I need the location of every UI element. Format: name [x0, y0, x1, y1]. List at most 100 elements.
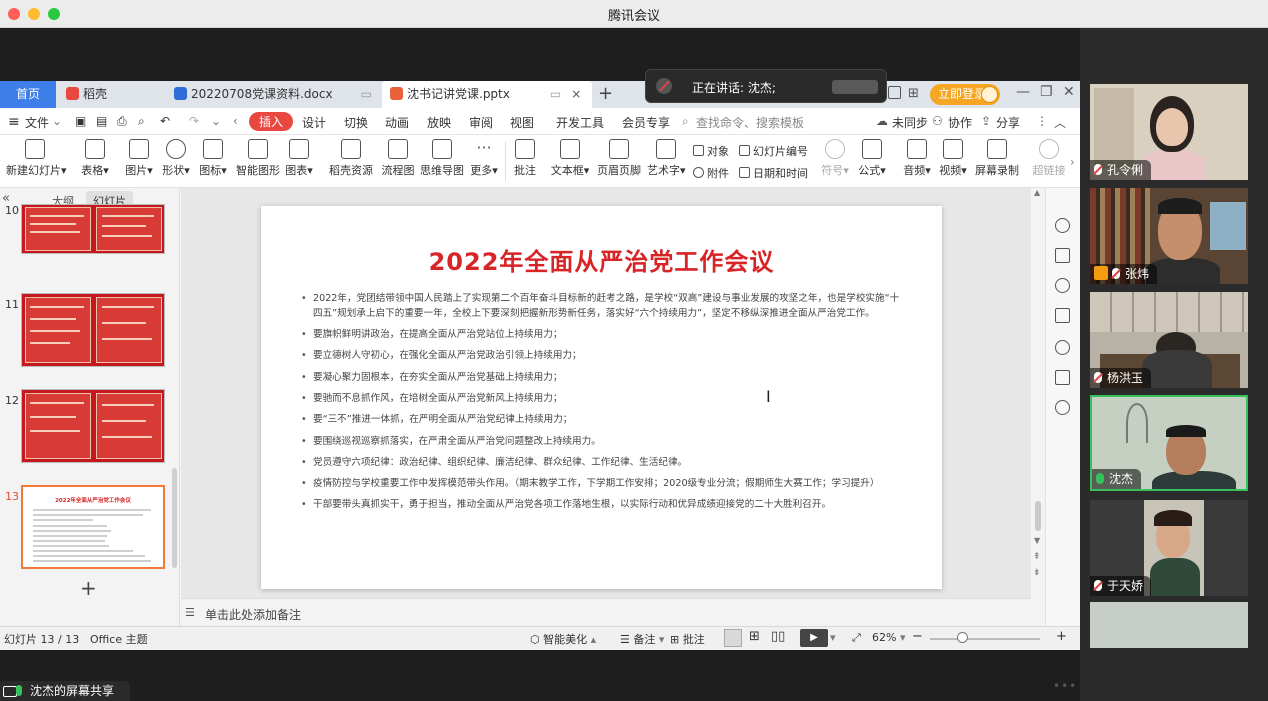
attachment-button[interactable]: 附件	[693, 165, 729, 181]
share-button[interactable]: 分享	[996, 114, 1020, 131]
textbox-button[interactable]: 文本框▾	[550, 139, 590, 185]
table-button[interactable]: 表格▾	[79, 139, 111, 185]
window-layout-icon[interactable]	[888, 86, 901, 99]
scroll-down-icon[interactable]: ▼	[1034, 536, 1040, 545]
comment-button[interactable]: 批注	[512, 139, 538, 185]
notes-area[interactable]: ☰ 单击此处添加备注	[181, 598, 1031, 626]
more-button[interactable]: ··· 更多▾	[469, 139, 499, 185]
comments-toggle[interactable]: ⊞ 批注	[670, 631, 705, 647]
help-icon[interactable]	[1055, 340, 1070, 355]
ribbon-scroll-right-icon[interactable]: ›	[1070, 155, 1075, 169]
collapse-ribbon-icon[interactable]: ︿	[1054, 114, 1066, 131]
location-icon[interactable]	[1055, 400, 1070, 415]
normal-view-icon[interactable]	[724, 629, 742, 647]
slide-title[interactable]: 2022年全面从严治党工作会议	[261, 242, 942, 277]
command-search-input[interactable]: 查找命令、搜索模板	[696, 114, 804, 131]
rocket-icon[interactable]	[1055, 218, 1070, 233]
more-options-icon[interactable]: •••	[1053, 679, 1077, 693]
menu-view[interactable]: 视图	[510, 114, 534, 131]
more-menu-icon[interactable]: ⋮	[1036, 114, 1048, 128]
menu-review[interactable]: 审阅	[469, 114, 493, 131]
symbol-button[interactable]: 符号▾	[820, 139, 850, 185]
redo-icon[interactable]: ↷	[189, 114, 199, 128]
participant-tile-partial[interactable]	[1090, 602, 1248, 648]
menu-insert[interactable]: 插入	[249, 112, 294, 131]
zoom-level[interactable]: 62% ▾	[872, 631, 905, 644]
image-tools-icon[interactable]	[1055, 370, 1070, 385]
zoom-slider[interactable]	[930, 638, 1040, 640]
tab-pptx[interactable]: 沈书记讲党课.pptx ▭ ×	[382, 81, 592, 108]
participant-tile[interactable]: 于天娇	[1090, 500, 1248, 596]
zoom-slider-handle[interactable]	[957, 632, 968, 643]
menu-transition[interactable]: 切换	[344, 114, 368, 131]
tab-docer[interactable]: 稻壳	[58, 81, 164, 108]
layout-icon[interactable]	[1055, 308, 1070, 323]
file-menu[interactable]: 文件	[25, 114, 49, 131]
save-icon[interactable]: ▣	[75, 114, 86, 128]
slide-thumbnail-10[interactable]	[21, 204, 165, 254]
prev-slide-icon[interactable]: ⇞	[1033, 552, 1041, 562]
mindmap-button[interactable]: 思维导图	[420, 139, 464, 185]
tab-home[interactable]: 首页	[0, 81, 56, 108]
object-button[interactable]: 对象	[693, 143, 729, 159]
play-options-icon[interactable]: ▾	[830, 631, 836, 644]
header-footer-button[interactable]: 页眉页脚	[597, 139, 641, 185]
audio-button[interactable]: 音频▾	[902, 139, 932, 185]
export-pdf-icon[interactable]: ▤	[96, 114, 107, 128]
video-button[interactable]: 视频▾	[938, 139, 968, 185]
menu-design[interactable]: 设计	[302, 114, 326, 131]
collab-button[interactable]: 协作	[948, 114, 972, 131]
chart-button[interactable]: 图表▾	[284, 139, 314, 185]
next-slide-icon[interactable]: ⇟	[1033, 568, 1041, 578]
participant-tile-speaking[interactable]: 沈杰	[1090, 395, 1248, 491]
scrollbar-thumb[interactable]	[1035, 501, 1041, 531]
minimize-icon[interactable]: —	[1016, 84, 1030, 100]
formula-button[interactable]: 公式▾	[857, 139, 887, 185]
customize-quick-access-icon[interactable]: ⌄	[211, 114, 221, 128]
flowchart-button[interactable]: 流程图	[381, 139, 415, 185]
slide-thumbnail-13[interactable]: 2022年全面从严治党工作会议	[21, 485, 165, 569]
undo-icon[interactable]: ↶	[160, 114, 170, 128]
menu-slideshow[interactable]: 放映	[427, 114, 451, 131]
participant-tile[interactable]: 孔令俐	[1090, 84, 1248, 180]
tab-float-icon[interactable]: ▭	[550, 87, 561, 101]
restore-icon[interactable]: ❐	[1040, 84, 1053, 100]
datetime-button[interactable]: 日期和时间	[739, 165, 808, 181]
pin-icon[interactable]	[1055, 278, 1070, 293]
current-slide[interactable]: 2022年全面从严治党工作会议 2022年，党团结带领中国人民踏上了实现第二个百…	[261, 206, 942, 589]
hyperlink-button[interactable]: 超链接	[1032, 139, 1066, 185]
slide-body[interactable]: 2022年，党团结带领中国人民踏上了实现第二个百年奋斗目标新的赶考之路，是学校“…	[301, 292, 906, 520]
slide-thumbnail-11[interactable]	[21, 293, 165, 367]
scroll-up-icon[interactable]: ▲	[1034, 188, 1040, 197]
apps-grid-icon[interactable]: ⊞	[908, 86, 919, 101]
screen-record-button[interactable]: 屏幕录制	[975, 139, 1019, 185]
print-icon[interactable]: ⎙	[117, 114, 127, 129]
smart-art-button[interactable]: 智能图形	[236, 139, 280, 185]
add-slide-plus-icon[interactable]: +	[80, 576, 97, 600]
slide-scrollbar[interactable]: ▲ ▼ ⇞ ⇟	[1031, 188, 1045, 598]
chevron-down-icon[interactable]: ⌄	[52, 114, 62, 128]
fit-window-icon[interactable]: ⤢	[852, 631, 861, 645]
tab-float-icon[interactable]: ▭	[361, 87, 372, 101]
hamburger-icon[interactable]: ≡	[8, 114, 20, 130]
zoom-in-icon[interactable]: +	[1056, 629, 1067, 644]
picture-button[interactable]: 图片▾	[124, 139, 154, 185]
wordart-button[interactable]: 艺术字▾	[647, 139, 686, 185]
slide-number-button[interactable]: 幻灯片编号	[739, 143, 808, 159]
close-icon[interactable]: ✕	[1063, 84, 1075, 100]
login-button[interactable]: 立即登录	[930, 84, 1000, 105]
icon-button[interactable]: 图标▾	[198, 139, 228, 185]
sync-status[interactable]: 未同步	[892, 114, 928, 131]
menu-animation[interactable]: 动画	[385, 114, 409, 131]
slide-thumbnail-12[interactable]	[21, 389, 165, 463]
notes-toggle[interactable]: ☰ 备注 ▾	[620, 631, 664, 647]
tab-close-icon[interactable]: ×	[571, 87, 581, 101]
menu-member[interactable]: 会员专享	[622, 114, 670, 131]
new-tab-plus-icon[interactable]: +	[598, 83, 613, 104]
smart-beautify-button[interactable]: ⬡ 智能美化 ▴	[530, 631, 596, 647]
play-slideshow-icon[interactable]: ▶	[800, 629, 828, 647]
tab-docx[interactable]: 20220708党课资料.docx▭•	[166, 81, 380, 108]
participant-tile[interactable]: 杨洪玉	[1090, 292, 1248, 388]
reading-view-icon[interactable]: ▯▯	[771, 629, 785, 644]
thumbnail-scrollbar[interactable]	[172, 468, 177, 568]
